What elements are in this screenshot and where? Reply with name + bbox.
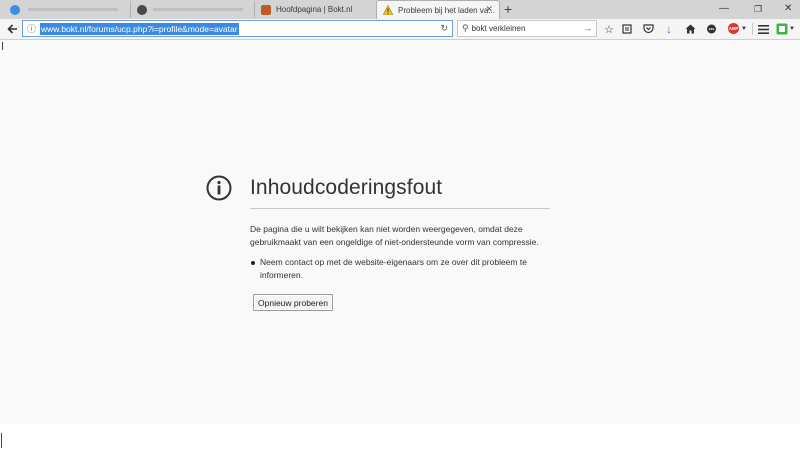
back-arrow-icon: [7, 24, 17, 34]
tab-active-error[interactable]: Probleem bij het laden va... ✕: [376, 0, 500, 19]
home-icon[interactable]: [683, 22, 697, 36]
reload-icon[interactable]: ↻: [440, 23, 448, 34]
tab-label-placeholder: [28, 8, 118, 11]
tab-favicon-icon: [10, 4, 20, 15]
new-tab-button[interactable]: +: [504, 1, 512, 17]
minimize-button[interactable]: —: [719, 2, 729, 16]
pocket-icon[interactable]: [641, 22, 655, 36]
site-info-icon[interactable]: ⓘ: [27, 22, 36, 35]
suggestion-item: Neem contact op met de website-eigenaars…: [250, 256, 560, 282]
bookmark-star-icon[interactable]: ☆: [602, 22, 616, 36]
close-tab-icon[interactable]: ✕: [485, 4, 493, 15]
text-cursor: [1, 433, 2, 448]
url-text[interactable]: www.bokt.nl/forums/ucp.php?i=profile&mod…: [40, 22, 239, 35]
error-suggestions: Neem contact op met de website-eigenaars…: [250, 256, 560, 282]
warning-icon: [383, 5, 393, 15]
title-divider: [250, 208, 550, 209]
tab-hoofdpagina[interactable]: Hoofdpagina | Bokt.nl: [254, 1, 374, 18]
search-bar[interactable]: ⚲ →: [457, 20, 597, 37]
chat-icon[interactable]: [704, 22, 718, 36]
close-window-button[interactable]: ✕: [784, 2, 792, 16]
retry-button[interactable]: Opnieuw proberen: [253, 294, 333, 311]
tab-label: Hoofdpagina | Bokt.nl: [276, 5, 353, 14]
addon-dropdown-icon[interactable]: ▼: [787, 22, 797, 36]
tab-favicon-icon: [137, 4, 147, 15]
download-icon[interactable]: ↓: [662, 22, 676, 36]
go-arrow-icon[interactable]: →: [583, 23, 592, 33]
hamburger-menu-icon[interactable]: [756, 22, 770, 36]
tab-label: Probleem bij het laden va...: [398, 5, 495, 15]
search-icon[interactable]: ⚲: [462, 23, 469, 34]
reading-list-icon[interactable]: [620, 22, 634, 36]
error-description: De pagina die u wilt bekijken kan niet w…: [250, 224, 539, 247]
navigation-toolbar: ⓘ www.bokt.nl/forums/ucp.php?i=profile&m…: [0, 19, 800, 40]
tab-strip: Hoofdpagina | Bokt.nl Probleem bij het l…: [0, 0, 800, 20]
text-cursor: [2, 42, 3, 50]
tab-2[interactable]: [130, 1, 252, 18]
toolbar-separator: [752, 23, 753, 35]
error-info-icon: [206, 175, 232, 201]
bokt-favicon-icon: [261, 4, 271, 15]
error-title: Inhoudcoderingsfout: [250, 176, 443, 199]
search-input[interactable]: [471, 24, 582, 33]
url-bar[interactable]: ⓘ www.bokt.nl/forums/ucp.php?i=profile&m…: [22, 20, 453, 37]
back-button[interactable]: [4, 21, 21, 37]
error-page: Inhoudcoderingsfout De pagina die u wilt…: [0, 40, 800, 424]
tab-label-placeholder: [153, 8, 243, 11]
tab-1[interactable]: [4, 1, 128, 18]
adblock-dropdown-icon[interactable]: ▼: [737, 22, 751, 36]
restore-button[interactable]: ❐: [754, 2, 762, 16]
